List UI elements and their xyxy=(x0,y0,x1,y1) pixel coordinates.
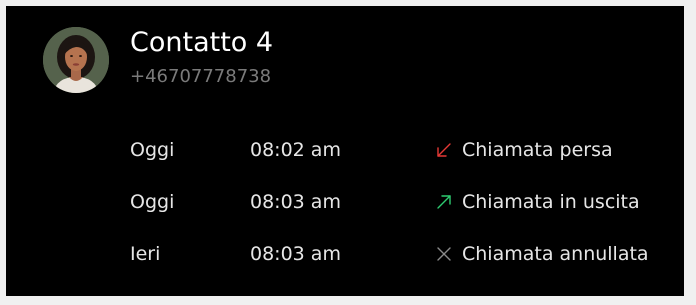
contact-phone-number: +46707778738 xyxy=(130,66,272,87)
call-status: Chiamata annullata xyxy=(434,241,649,267)
call-time: 08:03 am xyxy=(250,191,341,213)
call-status-label: Chiamata in uscita xyxy=(462,191,640,213)
missed-call-arrow-icon xyxy=(437,143,451,157)
call-time: 08:02 am xyxy=(250,139,341,161)
call-status-label: Chiamata persa xyxy=(462,139,613,161)
avatar-portrait-icon xyxy=(43,27,109,93)
call-time: 08:03 am xyxy=(250,243,341,265)
call-status: Chiamata in uscita xyxy=(434,189,640,215)
call-day: Oggi xyxy=(130,191,175,213)
outgoing-call-arrow-icon xyxy=(437,195,451,209)
call-day: Ieri xyxy=(130,243,161,265)
call-log-row[interactable]: Oggi 08:03 am Chiamata in uscita xyxy=(6,185,684,219)
contact-avatar[interactable] xyxy=(43,27,109,93)
call-status-label: Chiamata annullata xyxy=(462,243,649,265)
call-log-row[interactable]: Ieri 08:03 am Chiamata annullata xyxy=(6,237,684,271)
call-day: Oggi xyxy=(130,139,175,161)
cancelled-call-x-icon xyxy=(437,247,451,261)
call-status: Chiamata persa xyxy=(434,137,613,163)
call-log-row[interactable]: Oggi 08:02 am Chiamata persa xyxy=(6,133,684,167)
contact-call-history-card: Contatto 4 +46707778738 Oggi 08:02 am Ch… xyxy=(6,6,684,296)
contact-name: Contatto 4 xyxy=(130,27,274,58)
